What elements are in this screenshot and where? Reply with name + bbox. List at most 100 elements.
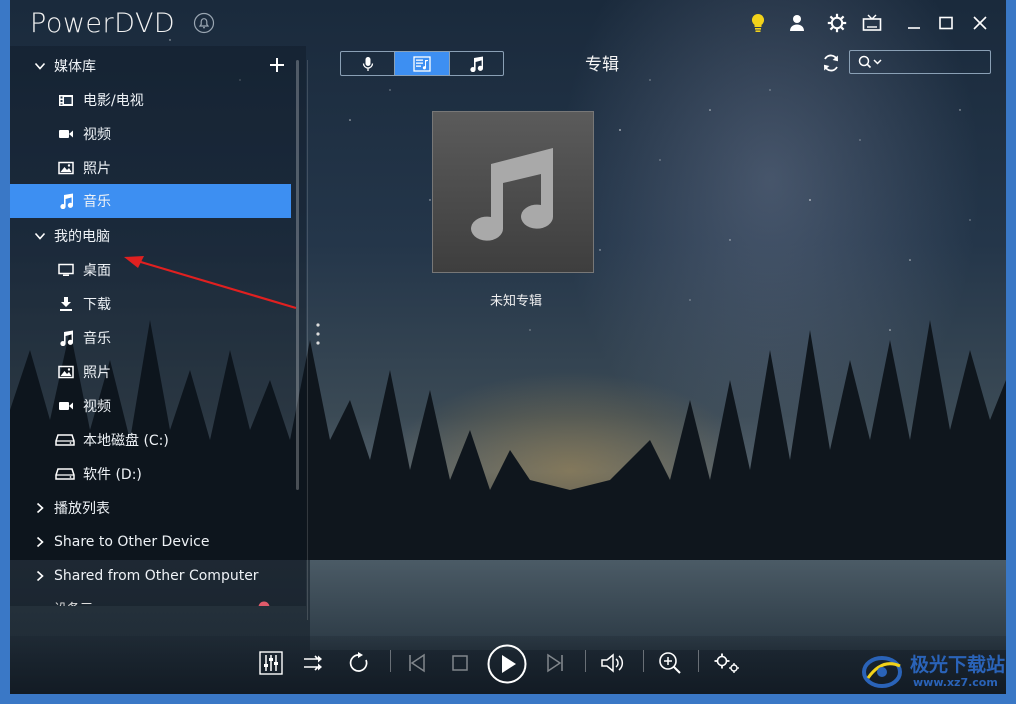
music-note-icon [470,56,484,72]
sidebar-item-pc-music[interactable]: 音乐 [10,321,244,355]
notification-bell-icon[interactable] [193,12,215,34]
panel-resize-handle[interactable] [316,322,320,346]
music-note-icon [471,148,554,241]
music-note-icon [57,192,75,210]
section-label: 播放列表 [54,501,110,517]
sidebar-item-label: 视频 [83,127,111,143]
sidebar-item-video[interactable]: 视频 [10,117,244,151]
search-icon [858,55,882,69]
watermark-text: 极光下载站 [910,654,1006,676]
app-title: PowerDVD [30,8,176,39]
sidebar-item-label: 本地磁盘 (C:) [83,433,169,449]
drive-icon [55,465,75,483]
sidebar-item-label: 下载 [83,297,111,313]
equalizer-button[interactable] [258,648,284,678]
next-icon [547,653,563,673]
chevron-down-icon[interactable] [34,60,46,72]
section-label: Shared from Other Computer [54,568,259,584]
video-camera-icon [57,397,75,415]
stop-icon [452,655,468,671]
music-note-icon [57,329,75,347]
sidebar-section-shared-from-computer[interactable]: Shared from Other Computer [54,559,294,593]
tab-voice[interactable] [341,52,396,75]
chevron-down-icon[interactable] [34,230,46,242]
watermark-url: www.xz7.com [913,676,998,689]
control-separator [643,650,644,672]
repeat-button[interactable] [346,648,372,678]
chevron-right-icon[interactable] [34,502,46,514]
title-bar: PowerDVD [10,0,1006,46]
refresh-icon[interactable] [820,52,842,74]
close-icon[interactable] [969,12,991,34]
album-label: 未知专辑 [489,294,542,309]
sidebar-item-pc-video[interactable]: 视频 [10,389,244,423]
tip-bulb-icon[interactable] [747,12,769,34]
sidebar-section-playlists[interactable]: 播放列表 [54,491,284,525]
app-window: PowerDVD 媒体库 电影/电视 视频 照片 音乐 我的电脑 桌面 下载 音… [10,0,1006,694]
section-label: 媒体库 [54,59,96,75]
settings-gear-icon[interactable] [826,12,848,34]
sidebar-item-pc-photos[interactable]: 照片 [10,355,244,389]
sidebar-item-drive-d[interactable]: 软件 (D:) [10,457,244,491]
album-view-icon [413,55,431,72]
account-icon[interactable] [786,12,808,34]
sidebar-section-my-computer[interactable]: 我的电脑 [54,219,254,253]
play-icon [487,644,527,684]
sidebar-item-movies-tv[interactable]: 电影/电视 [10,83,244,117]
control-separator [698,650,699,672]
sidebar-item-label: 桌面 [83,263,111,279]
previous-button[interactable] [406,648,428,678]
sidebar-item-label: 软件 (D:) [83,467,142,483]
volume-icon [601,653,624,673]
search-input[interactable] [849,50,991,74]
chevron-right-icon[interactable] [34,536,46,548]
shuffle-icon [304,655,322,671]
album-tile[interactable] [432,111,594,273]
volume-button[interactable] [600,648,626,678]
shuffle-button[interactable] [302,648,328,678]
tv-mode-icon[interactable] [861,12,883,34]
sidebar-section-media-library[interactable]: 媒体库 [54,49,254,83]
play-button[interactable] [486,644,528,684]
section-label: Share to Other Device [54,534,210,550]
next-button[interactable] [544,648,566,678]
zoom-in-icon [659,652,681,674]
settings-gears-icon [714,653,739,673]
chevron-right-icon[interactable] [34,570,46,582]
stop-button[interactable] [450,648,470,678]
status-dot-icon [258,598,270,606]
repeat-icon [349,652,368,672]
monitor-icon [57,261,75,279]
film-icon [57,91,75,109]
microphone-icon [362,56,373,71]
download-icon [57,295,75,313]
sidebar-section-share-to-device[interactable]: Share to Other Device [54,525,284,559]
previous-icon [409,653,425,673]
add-icon[interactable] [268,56,286,74]
sidebar-item-label: 照片 [83,365,111,381]
sidebar-item-music[interactable]: 音乐 [10,184,291,218]
player-settings-button[interactable] [712,648,742,678]
maximize-icon[interactable] [935,12,957,34]
sidebar-cut-off-item[interactable]: 设备三 [54,598,93,606]
sidebar-item-label: 视频 [83,399,111,415]
drive-icon [55,431,75,449]
sidebar-item-label: 电影/电视 [83,93,144,109]
video-camera-icon [57,125,75,143]
tab-songs[interactable] [450,52,503,75]
equalizer-icon [259,651,283,675]
sidebar-item-drive-c[interactable]: 本地磁盘 (C:) [10,423,244,457]
photo-icon [57,363,75,381]
control-separator [585,650,586,672]
view-mode-switcher [340,51,504,76]
panel-divider [307,60,308,620]
sidebar-item-label: 音乐 [83,331,111,347]
view-title: 专辑 [585,55,619,75]
annotation-arrow [124,256,297,310]
sidebar-item-label: 照片 [83,161,111,177]
zoom-button[interactable] [657,648,683,678]
tab-album-view[interactable] [395,52,450,75]
sidebar-item-photos[interactable]: 照片 [10,151,244,185]
section-label: 我的电脑 [54,229,110,245]
minimize-icon[interactable] [903,12,925,34]
